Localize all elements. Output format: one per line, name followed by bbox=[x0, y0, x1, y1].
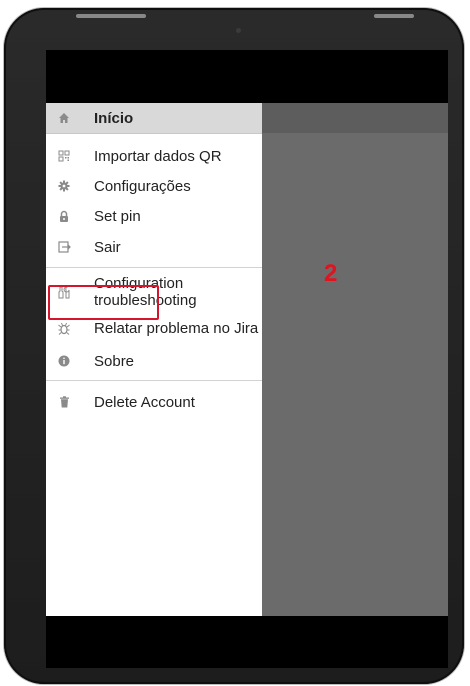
drawer-item-delete-account[interactable]: Delete Account bbox=[46, 387, 262, 417]
drawer-item-label: Importar dados QR bbox=[94, 147, 222, 165]
drawer-item-label: Sobre bbox=[94, 352, 135, 370]
drawer-item-logout[interactable]: Sair bbox=[46, 231, 262, 263]
front-camera bbox=[236, 28, 241, 33]
bug-icon bbox=[46, 322, 82, 335]
drawer-item-label: Set pin bbox=[94, 207, 141, 225]
drawer-item-about[interactable]: Sobre bbox=[46, 346, 262, 376]
drawer-item-settings[interactable]: Configurações bbox=[46, 171, 262, 201]
gear-icon bbox=[46, 180, 82, 192]
app-toolbar bbox=[262, 103, 448, 133]
drawer-item-import-qr[interactable]: Importar dados QR bbox=[46, 141, 262, 171]
annotation-highlight-box bbox=[48, 285, 159, 320]
volume-down-button[interactable] bbox=[106, 14, 146, 18]
qr-code-icon bbox=[46, 150, 82, 162]
drawer-item-label: Sair bbox=[94, 238, 121, 256]
drawer-item-home[interactable]: Início bbox=[46, 103, 262, 134]
annotation-step-number: 2 bbox=[324, 260, 338, 287]
drawer-item-label: Delete Account bbox=[94, 393, 195, 411]
navigation-bar bbox=[46, 616, 448, 668]
trash-icon bbox=[46, 396, 82, 408]
tablet-screen: Início Importar dados QR Configurações S… bbox=[46, 50, 448, 668]
drawer-item-label: Início bbox=[94, 109, 134, 127]
logout-icon bbox=[46, 241, 82, 253]
info-icon bbox=[46, 355, 82, 367]
tablet-frame: Início Importar dados QR Configurações S… bbox=[4, 8, 464, 684]
home-icon bbox=[46, 112, 82, 124]
power-button[interactable] bbox=[374, 14, 414, 18]
status-bar bbox=[46, 50, 448, 103]
screenshot-stage: Início Importar dados QR Configurações S… bbox=[0, 0, 470, 686]
dimmed-content-overlay[interactable] bbox=[262, 103, 448, 616]
navigation-drawer: Início Importar dados QR Configurações S… bbox=[46, 103, 262, 616]
drawer-item-set-pin[interactable]: Set pin bbox=[46, 201, 262, 231]
drawer-divider bbox=[46, 267, 262, 268]
drawer-item-label: Configurações bbox=[94, 177, 191, 195]
drawer-item-label: Relatar problema no Jira bbox=[94, 319, 259, 337]
drawer-divider bbox=[46, 380, 262, 381]
lock-icon bbox=[46, 210, 82, 223]
